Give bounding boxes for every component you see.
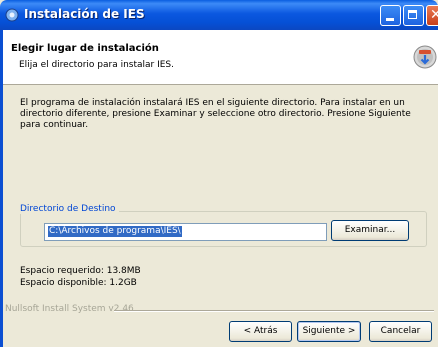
space-required: Espacio requerido: 13.8MB: [20, 266, 141, 276]
installer-icon: [5, 8, 19, 22]
next-button[interactable]: Siguiente >: [297, 321, 361, 342]
page-subtitle: Elija el directorio para instalar IES.: [19, 60, 174, 70]
close-icon: ✕: [430, 7, 438, 23]
page-title: Elegir lugar de instalación: [11, 43, 159, 54]
maximize-button[interactable]: [403, 5, 424, 26]
cancel-button[interactable]: Cancelar: [369, 321, 432, 342]
header-panel: Elegir lugar de instalación Elija el dir…: [3, 30, 438, 85]
instructions-text: El programa de instalación instalará IES…: [20, 98, 411, 130]
install-disk-icon: [413, 45, 437, 69]
space-available: Espacio disponible: 1.2GB: [20, 278, 137, 288]
window-title: Instalación de IES: [24, 7, 145, 21]
nsis-branding: Nullsoft Install System v2.46: [5, 304, 134, 314]
minimize-button[interactable]: [380, 5, 401, 26]
destination-path-input[interactable]: C:\Archivos de programa\IES\: [44, 223, 327, 241]
footer-divider: [114, 310, 434, 312]
title-bar[interactable]: Instalación de IES ✕: [0, 0, 438, 30]
browse-button[interactable]: Examinar...: [331, 220, 409, 241]
destination-group-label: Directorio de Destino: [17, 204, 119, 214]
destination-path-value: C:\Archivos de programa\IES\: [48, 226, 182, 237]
back-button[interactable]: < Atrás: [229, 321, 292, 342]
close-button[interactable]: ✕: [426, 5, 438, 26]
